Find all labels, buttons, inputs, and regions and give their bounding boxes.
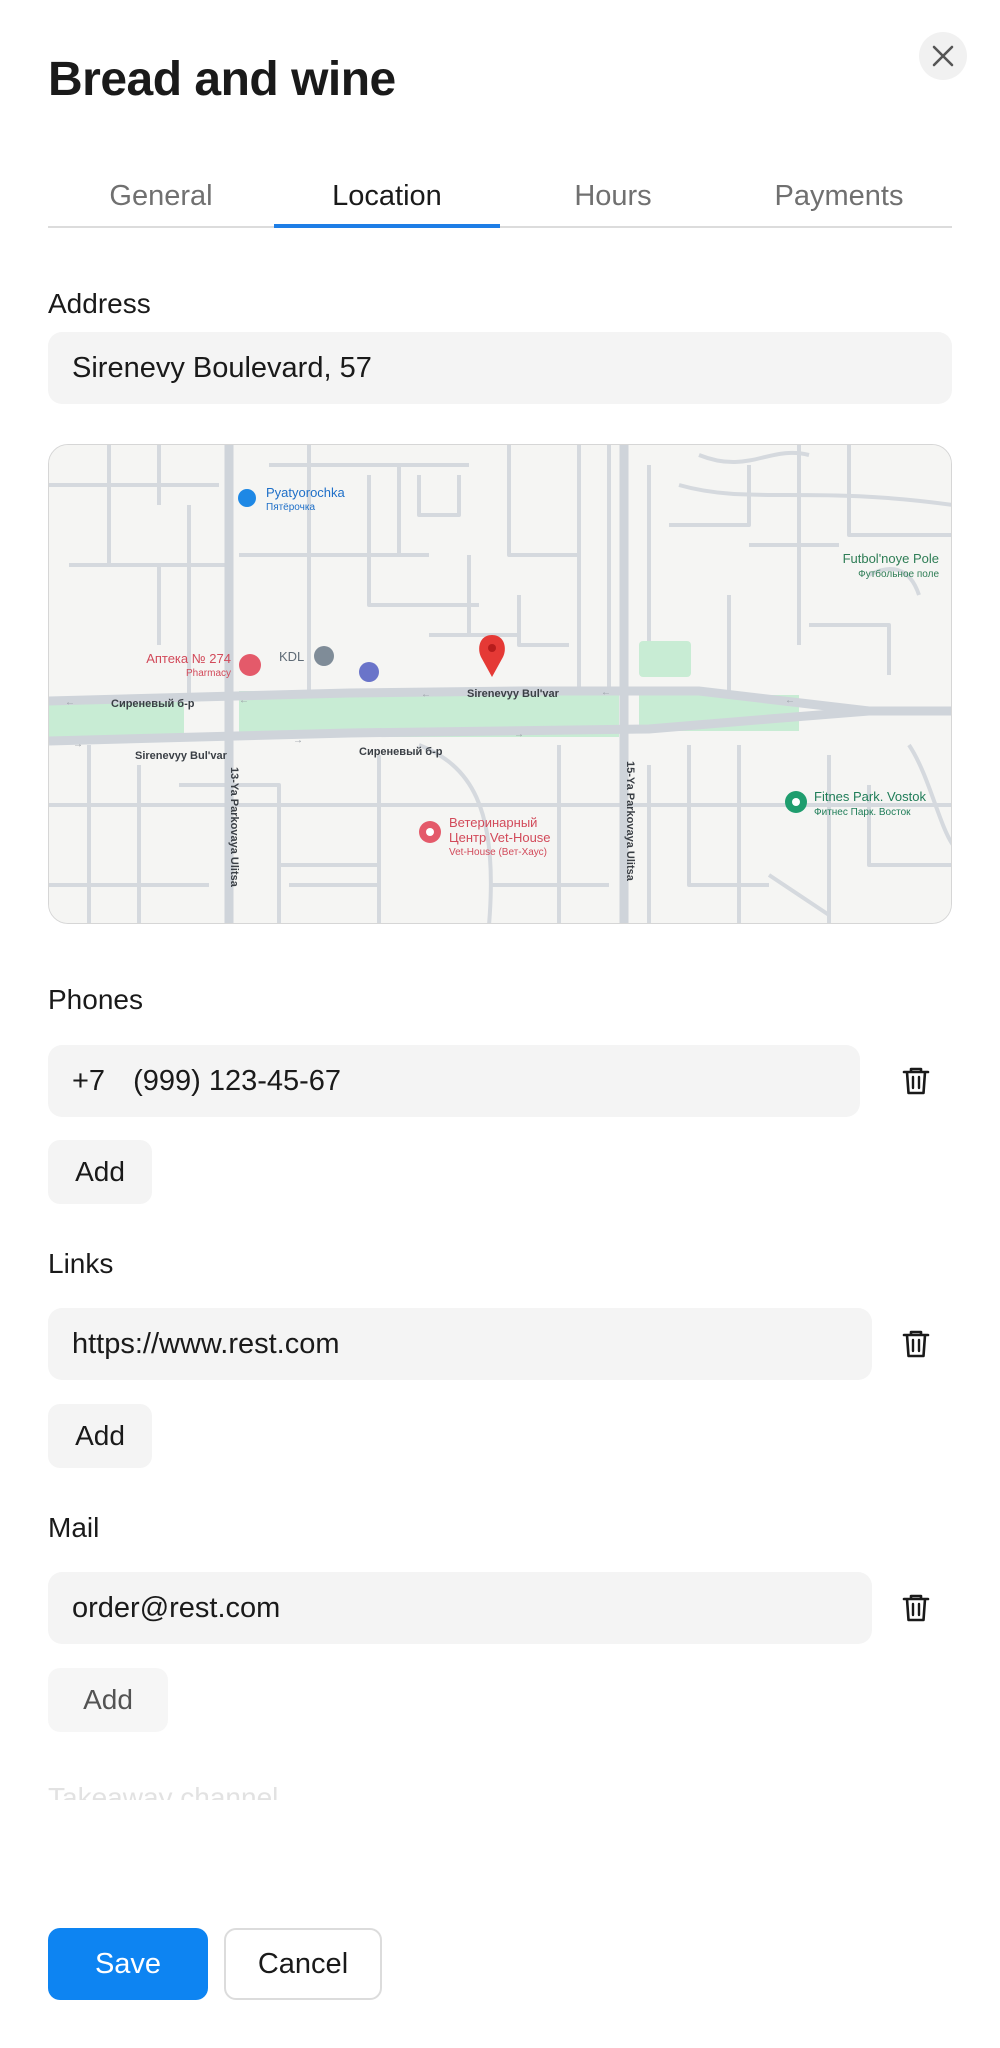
map-poi-label: Fitnes Park. Vostok xyxy=(814,789,926,804)
tab-bar: General Location Hours Payments xyxy=(48,168,952,228)
close-icon xyxy=(932,45,954,67)
shop-icon xyxy=(238,489,256,507)
save-button[interactable]: Save xyxy=(48,1928,208,2000)
svg-text:←: ← xyxy=(421,689,431,700)
add-phone-button[interactable]: Add xyxy=(48,1140,152,1204)
street-label: Sirenevyy Bul'var xyxy=(467,688,560,700)
pharmacy-icon xyxy=(239,654,261,676)
trash-icon xyxy=(902,1594,930,1622)
map-poi-sublabel: Фитнес Парк. Восток xyxy=(814,807,911,818)
map-poi-label: Аптека № 274 xyxy=(146,651,231,666)
map-poi-label: Центр Vet-House xyxy=(449,830,551,845)
map-poi-label: Futbol'noye Pole xyxy=(843,551,939,566)
tab-payments[interactable]: Payments xyxy=(726,168,952,226)
map-poi-label: Ветеринарный xyxy=(449,815,537,830)
trash-icon xyxy=(902,1330,930,1358)
svg-text:←: ← xyxy=(65,697,75,708)
tab-location[interactable]: Location xyxy=(274,168,500,228)
delete-phone-button[interactable] xyxy=(896,1061,936,1101)
bus-stop-icon xyxy=(359,662,379,682)
svg-text:←: ← xyxy=(601,687,611,698)
links-label: Links xyxy=(48,1248,114,1279)
map-poi-label: Pyatyorochka xyxy=(266,485,346,500)
phone-country-code[interactable]: +7 xyxy=(72,1065,105,1098)
address-input[interactable]: Sirenevy Boulevard, 57 xyxy=(48,332,952,404)
map-poi-sublabel: Pharmacy xyxy=(186,668,231,679)
phones-label: Phones xyxy=(48,984,143,1015)
page-title: Bread and wine xyxy=(48,53,396,106)
location-map[interactable]: Сиреневый б-р Sirenevyy Bul'var Sirenevy… xyxy=(48,444,952,924)
cancel-button[interactable]: Cancel xyxy=(224,1928,382,2000)
svg-text:←: ← xyxy=(239,695,249,706)
mail-input[interactable]: order@rest.com xyxy=(48,1572,872,1644)
street-label: 15-Ya Parkovaya Ulitsa xyxy=(624,761,636,882)
svg-text:→: → xyxy=(514,729,524,740)
mail-label: Mail xyxy=(48,1512,100,1543)
add-link-button[interactable]: Add xyxy=(48,1404,152,1468)
street-label: Сиреневый б-р xyxy=(359,746,443,758)
map-poi-label: KDL xyxy=(279,649,304,664)
map-poi-sublabel: Футбольное поле xyxy=(858,568,939,580)
street-label: Сиреневый б-р xyxy=(111,698,195,710)
lab-icon xyxy=(314,646,334,666)
phone-number[interactable]: (999) 123-45-67 xyxy=(133,1065,341,1098)
map-poi-sublabel: Пятёрочка xyxy=(266,502,315,513)
map-poi-sublabel: Vet-House (Вет-Хаус) xyxy=(449,847,547,858)
add-mail-button[interactable]: Add xyxy=(48,1668,168,1732)
link-input[interactable]: https://www.rest.com xyxy=(48,1308,872,1380)
delete-link-button[interactable] xyxy=(896,1324,936,1364)
street-label: Sirenevyy Bul'var xyxy=(135,750,228,762)
street-label: 13-Ya Parkovaya Ulitsa xyxy=(228,767,240,888)
trash-icon xyxy=(902,1067,930,1095)
delete-mail-button[interactable] xyxy=(896,1588,936,1628)
phone-input[interactable]: +7 (999) 123-45-67 xyxy=(48,1045,860,1117)
address-label: Address xyxy=(48,288,151,319)
tab-general[interactable]: General xyxy=(48,168,274,226)
svg-text:→: → xyxy=(73,739,83,750)
svg-text:←: ← xyxy=(785,695,795,706)
next-section-label: Takeaway channel xyxy=(48,1782,279,1800)
svg-text:→: → xyxy=(293,735,303,746)
close-button[interactable] xyxy=(919,32,967,80)
tab-hours[interactable]: Hours xyxy=(500,168,726,226)
